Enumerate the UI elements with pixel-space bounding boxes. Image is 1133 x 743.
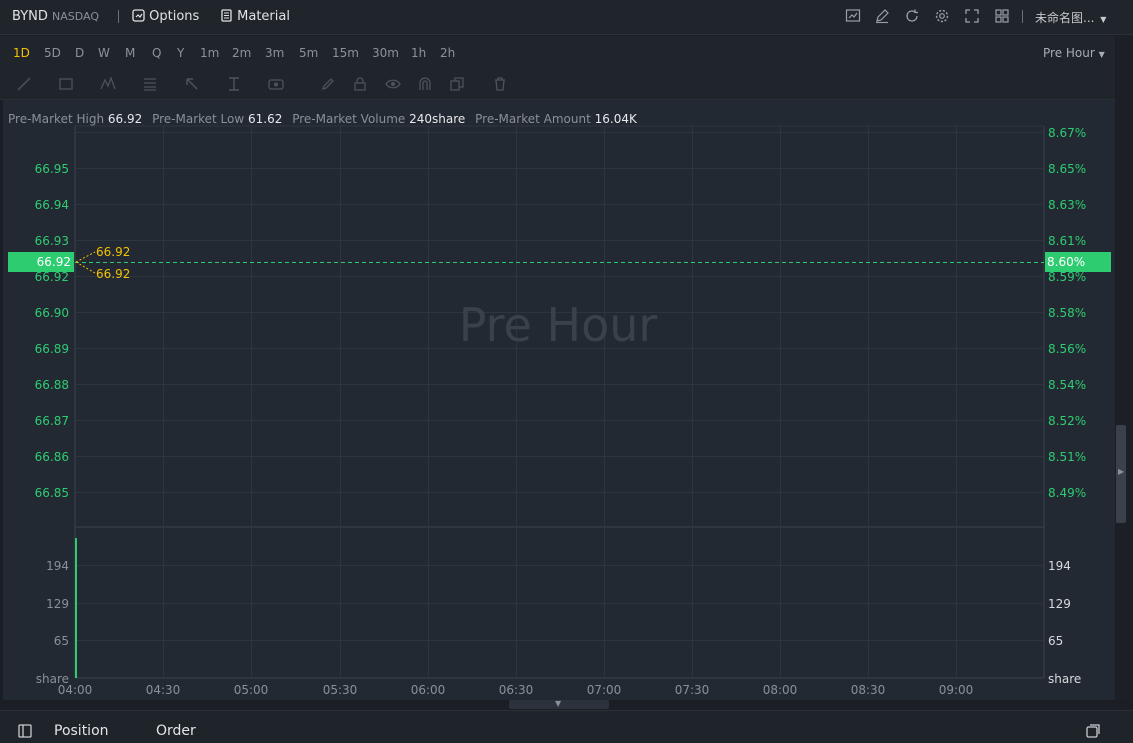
chart-watermark: Pre Hour: [459, 298, 658, 352]
price-tick-label: 66.85: [35, 486, 69, 500]
time-tick-label: 08:30: [851, 683, 886, 697]
percent-tick-label: 8.54%: [1048, 378, 1086, 392]
price-tick-label: 66.93: [35, 234, 69, 248]
chart-grid: [74, 125, 1045, 679]
low-callout-label: 66.92: [96, 267, 130, 281]
current-price-tag-label: 66.92: [37, 255, 71, 269]
bottom-panel-bar: Position Order: [0, 710, 1133, 743]
volume-tick-label-right: share: [1048, 672, 1081, 686]
percent-tick-label: 8.65%: [1048, 162, 1086, 176]
percent-tick-label: 8.49%: [1048, 486, 1086, 500]
volume-bar: [75, 538, 77, 678]
tab-order[interactable]: Order: [156, 723, 196, 739]
time-tick-label: 07:30: [675, 683, 710, 697]
collapse-arrow-icon[interactable]: ▶: [1118, 467, 1124, 476]
right-scrollbar[interactable]: [1116, 36, 1133, 700]
price-tick-label: 66.88: [35, 378, 69, 392]
price-tick-label: 66.92: [35, 270, 69, 284]
time-tick-label: 06:30: [499, 683, 534, 697]
price-tick-label: 66.90: [35, 306, 69, 320]
time-tick-label: 07:00: [587, 683, 622, 697]
percent-tick-label: 8.51%: [1048, 450, 1086, 464]
volume-tick-label: 129: [46, 597, 69, 611]
time-tick-label: 05:00: [234, 683, 269, 697]
panel-resize-handle[interactable]: ▼: [509, 699, 609, 709]
time-tick-label: 08:00: [763, 683, 798, 697]
percent-tick-label: 8.52%: [1048, 414, 1086, 428]
percent-tick-label: 8.58%: [1048, 306, 1086, 320]
price-tick-label: 66.94: [35, 198, 69, 212]
time-tick-label: 06:00: [411, 683, 446, 697]
volume-tick-label-right: 194: [1048, 559, 1071, 573]
percent-tick-label: 8.67%: [1048, 126, 1086, 140]
tab-position[interactable]: Position: [54, 723, 109, 739]
volume-tick-label: 194: [46, 559, 69, 573]
high-callout-label: 66.92: [96, 245, 130, 259]
volume-tick-label-right: 65: [1048, 634, 1063, 648]
price-chart[interactable]: Pre Hour 66.9566.9466.9366.9266.9066.896…: [0, 0, 1133, 742]
popout-icon[interactable]: [1086, 723, 1100, 738]
volume-layer: [75, 538, 77, 678]
chart-axes: 66.95 66.94 66.93 66.92 66.90 66.89 66.88 66.87…: [35, 126, 1086, 697]
percent-tick-label: 8.63%: [1048, 198, 1086, 212]
time-tick-label: 04:00: [58, 683, 93, 697]
price-tick-label: 66.86: [35, 450, 69, 464]
percent-tick-label: 8.56%: [1048, 342, 1086, 356]
time-tick-label: 09:00: [939, 683, 974, 697]
panel-toggle-icon[interactable]: [18, 723, 32, 738]
price-tick-label: 66.89: [35, 342, 69, 356]
current-percent-tag-label: 8.60%: [1047, 255, 1085, 269]
percent-tick-label: 8.59%: [1048, 270, 1086, 284]
volume-tick-label: 65: [54, 634, 69, 648]
percent-tick-label: 8.61%: [1048, 234, 1086, 248]
price-tick-label: 66.95: [35, 162, 69, 176]
price-tick-label: 66.87: [35, 414, 69, 428]
chevron-down-icon: ▼: [555, 699, 562, 708]
time-tick-label: 05:30: [323, 683, 358, 697]
time-tick-label: 04:30: [146, 683, 181, 697]
volume-tick-label-right: 129: [1048, 597, 1071, 611]
price-layer: 66.92 8.60%66.9266.92: [8, 245, 1111, 281]
